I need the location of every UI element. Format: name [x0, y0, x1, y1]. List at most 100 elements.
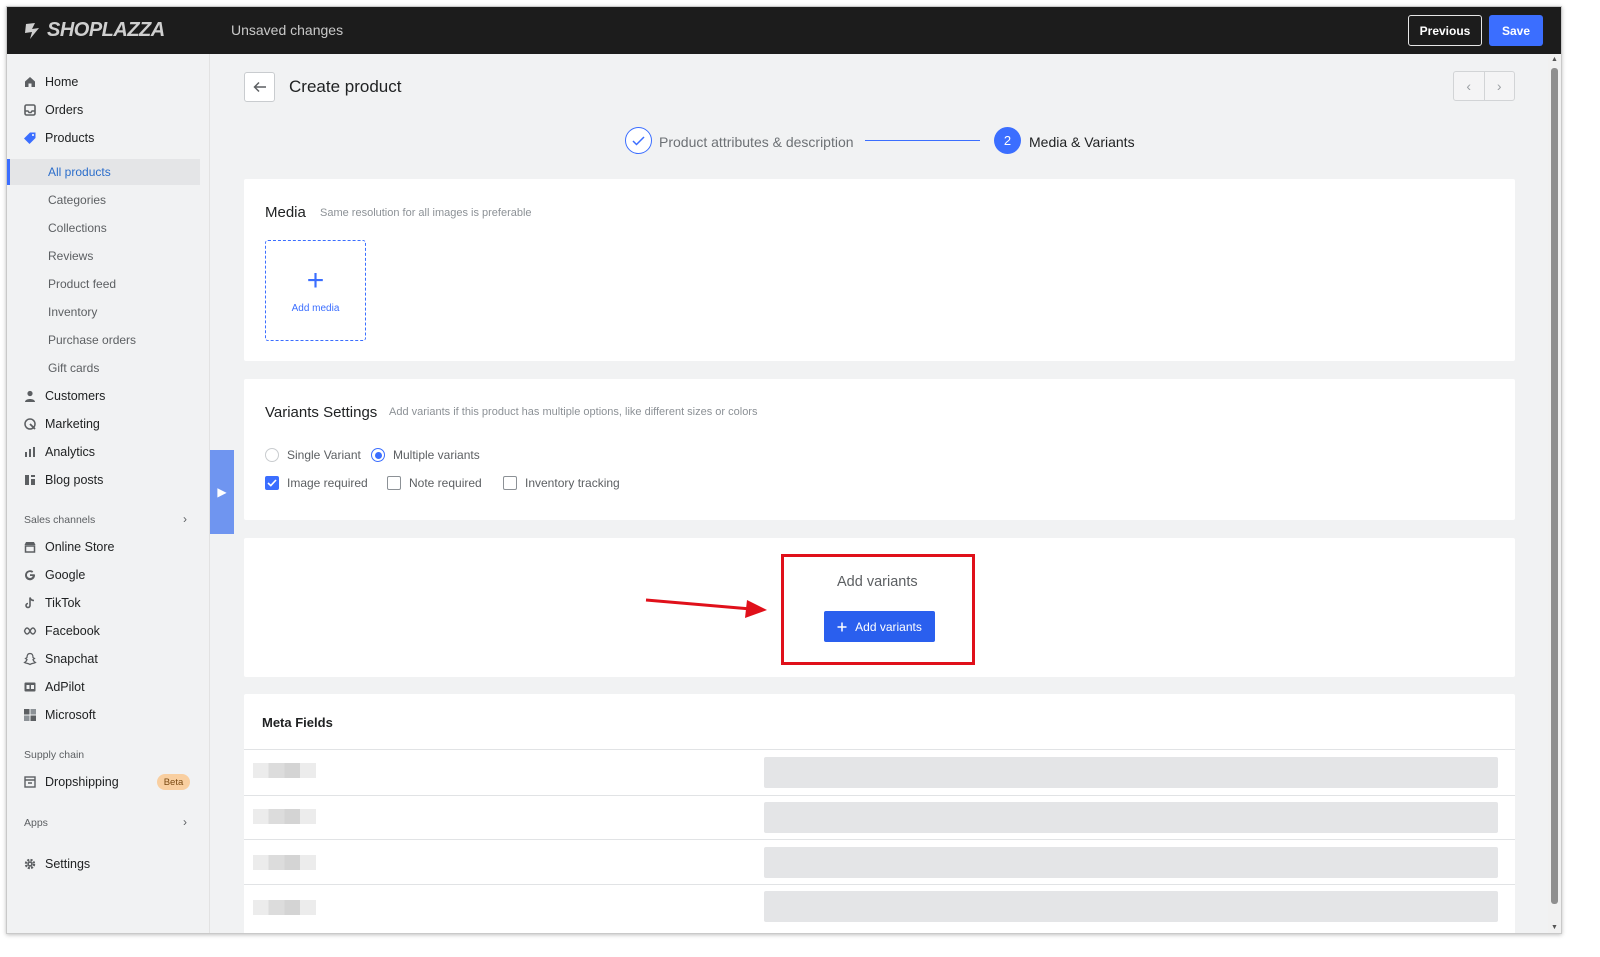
sidebar-item-blog-posts[interactable]: Blog posts [7, 467, 200, 493]
sidebar-sub-inventory[interactable]: Inventory [7, 299, 200, 325]
image-required-label: Image required [287, 476, 368, 490]
person-icon [22, 389, 37, 404]
variants-settings-hint: Add variants if this product has multipl… [389, 406, 758, 418]
multiple-variants-radio[interactable] [371, 448, 385, 462]
microsoft-icon [22, 708, 37, 723]
tiktok-icon [22, 596, 37, 611]
sidebar-item-label: TikTok [45, 596, 81, 610]
sidebar-sub-purchase-orders[interactable]: Purchase orders [7, 327, 200, 353]
analytics-icon [22, 445, 37, 460]
meta-fields-title: Meta Fields [262, 715, 333, 730]
sidebar-item-marketing[interactable]: Marketing [7, 411, 200, 437]
meta-field-value[interactable] [764, 802, 1498, 833]
highlight-box [781, 554, 975, 665]
snapchat-icon [22, 652, 37, 667]
scroll-thumb[interactable] [1551, 68, 1558, 904]
brand-name: SHOPLAZZA [47, 19, 165, 41]
step-1-label[interactable]: Product attributes & description [659, 134, 854, 150]
sidebar-item-adpilot[interactable]: AdPilot [7, 674, 200, 700]
sidebar-item-products[interactable]: Products [7, 125, 200, 151]
sales-channels-label: Sales channels [24, 514, 96, 526]
sidebar-item-home[interactable]: Home [7, 69, 200, 95]
media-card: Media Same resolution for all images is … [244, 179, 1515, 361]
arrow-left-icon [252, 81, 266, 93]
sidebar-toggle[interactable]: ▶ [210, 450, 234, 534]
sidebar-sub-collections[interactable]: Collections [7, 215, 200, 241]
sidebar-item-label: Customers [45, 389, 106, 403]
sidebar-sub-categories[interactable]: Categories [7, 187, 200, 213]
sidebar-item-settings[interactable]: Settings [7, 851, 200, 877]
sidebar-item-google[interactable]: Google [7, 562, 200, 588]
divider [244, 839, 1515, 840]
meta-field-value[interactable] [764, 847, 1498, 878]
sidebar-sub-product-feed[interactable]: Product feed [7, 271, 200, 297]
sidebar-sub-gift-cards[interactable]: Gift cards [7, 355, 200, 381]
annotation-arrow-icon [645, 598, 767, 618]
multiple-variants-label: Multiple variants [393, 448, 480, 462]
tag-icon [22, 131, 37, 146]
note-required-option[interactable]: Note required [387, 476, 482, 490]
image-required-checkbox[interactable] [265, 476, 279, 490]
back-button[interactable] [244, 72, 275, 102]
sidebar-item-facebook[interactable]: Facebook [7, 618, 200, 644]
single-variant-option[interactable]: Single Variant [265, 448, 361, 462]
divider [244, 749, 1515, 750]
record-pager: ‹ › [1453, 71, 1515, 101]
multiple-variants-option[interactable]: Multiple variants [371, 448, 480, 462]
sidebar-item-snapchat[interactable]: Snapchat [7, 646, 200, 672]
add-media-label: Add media [291, 303, 340, 314]
check-icon [632, 135, 645, 146]
scroll-up-icon[interactable]: ▲ [1551, 56, 1558, 63]
sidebar-item-label: Blog posts [45, 473, 104, 487]
brand-logo[interactable]: SHOPLAZZA [23, 19, 165, 42]
caret-right-icon: ▶ [217, 485, 227, 499]
step-connector [865, 140, 980, 141]
sidebar-item-online-store[interactable]: Online Store [7, 534, 200, 560]
sidebar-item-label: Facebook [45, 624, 100, 638]
sidebar-item-label: Orders [45, 103, 84, 117]
blog-icon [22, 473, 37, 488]
facebook-icon [22, 624, 37, 639]
scrollbar[interactable]: ▲ ▼ [1548, 54, 1561, 933]
divider [244, 884, 1515, 885]
inventory-tracking-checkbox[interactable] [503, 476, 517, 490]
google-icon [22, 568, 37, 583]
shoplazza-icon [25, 22, 39, 39]
chevron-right-icon[interactable]: › [1485, 72, 1515, 100]
inventory-tracking-option[interactable]: Inventory tracking [503, 476, 620, 490]
apps-label[interactable]: Apps [24, 817, 48, 829]
sidebar-item-analytics[interactable]: Analytics [7, 439, 200, 465]
sidebar-item-customers[interactable]: Customers [7, 383, 200, 409]
chevron-right-icon[interactable]: › [183, 512, 187, 526]
scroll-down-icon[interactable]: ▼ [1551, 924, 1558, 931]
sidebar-sub-reviews[interactable]: Reviews [7, 243, 200, 269]
sidebar-item-orders[interactable]: Orders [7, 97, 200, 123]
beta-badge: Beta [157, 774, 190, 790]
page-title: Create product [289, 77, 402, 96]
note-required-checkbox[interactable] [387, 476, 401, 490]
step-1-indicator[interactable] [625, 127, 652, 154]
step-2-indicator: 2 [994, 127, 1021, 154]
save-button[interactable]: Save [1489, 15, 1543, 46]
sidebar-sub-all-products[interactable]: All products [7, 159, 200, 185]
meta-field-value[interactable] [764, 757, 1498, 788]
chevron-right-icon[interactable]: › [183, 815, 187, 829]
image-required-option[interactable]: Image required [265, 476, 368, 490]
meta-field-value[interactable] [764, 891, 1498, 922]
home-icon [22, 75, 37, 90]
meta-field-key [253, 763, 316, 778]
sidebar-item-label: Google [45, 568, 86, 582]
chevron-left-icon[interactable]: ‹ [1454, 72, 1485, 100]
sidebar-item-label: Products [45, 131, 95, 145]
single-variant-label: Single Variant [287, 448, 361, 462]
sidebar-item-label: Snapchat [45, 652, 98, 666]
top-bar: SHOPLAZZA Unsaved changes Previous Save [7, 7, 1561, 54]
sidebar-item-tiktok[interactable]: TikTok [7, 590, 200, 616]
plus-icon: + [306, 264, 325, 297]
single-variant-radio[interactable] [265, 448, 279, 462]
add-media-button[interactable]: + Add media [265, 240, 366, 341]
previous-button[interactable]: Previous [1408, 15, 1482, 46]
marketing-icon [22, 417, 37, 432]
media-title: Media [265, 204, 306, 221]
sidebar-item-microsoft[interactable]: Microsoft [7, 702, 200, 728]
